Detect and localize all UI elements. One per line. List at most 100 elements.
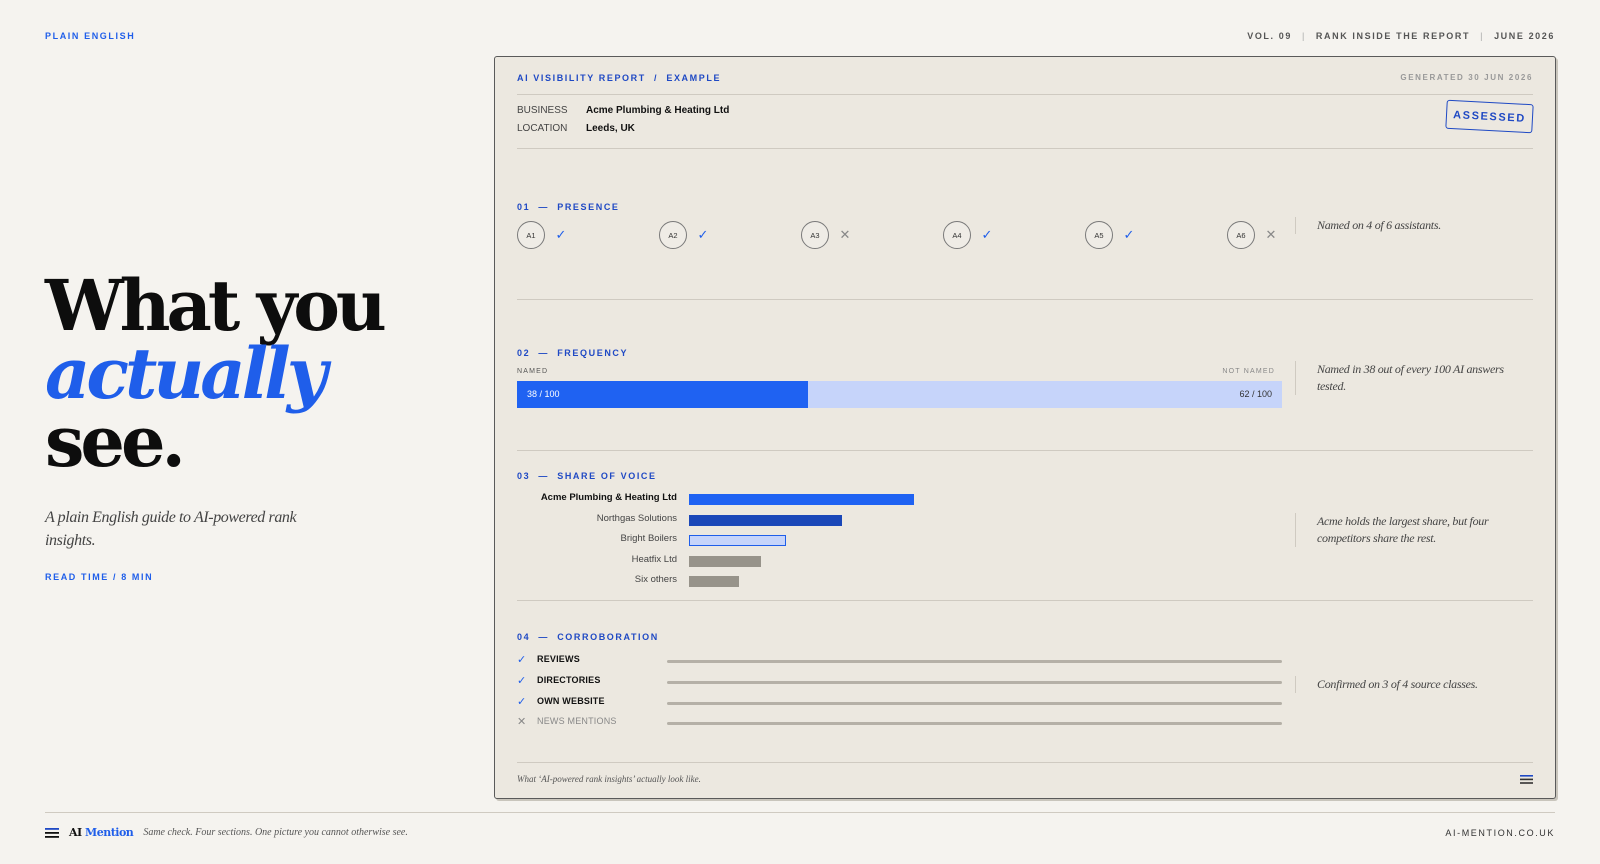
divider [517, 762, 1533, 763]
assistant-a4: A4 ✓ [943, 221, 994, 249]
logo-lines-icon [45, 827, 59, 838]
date-label: JUNE 2026 [1494, 31, 1555, 41]
corroboration-row: ✓ OWN WEBSITE [517, 695, 1282, 710]
assistant-badge: A2 [659, 221, 687, 249]
footer-tagline: Same check. Four sections. One picture y… [143, 827, 408, 838]
frequency-note: Named in 38 out of every 100 AI answers … [1295, 361, 1515, 395]
share-row-label: Six others [634, 574, 677, 585]
footer-divider [45, 812, 1555, 813]
corroboration-section-label: 04 — CORROBORATION [517, 632, 659, 642]
volume-label: VOL. 09 [1247, 31, 1292, 41]
logo-part-mention: Mention [85, 826, 134, 839]
menu-lines-icon [1520, 775, 1533, 784]
cross-icon: ✕ [839, 227, 851, 242]
share-of-voice-section-label: 03 — SHARE OF VOICE [517, 471, 657, 481]
presence-section-label: 01 — PRESENCE [517, 202, 620, 212]
website-link[interactable]: AI-MENTION.CO.UK [1445, 828, 1555, 838]
cross-icon: ✕ [517, 716, 527, 729]
check-icon: ✓ [697, 227, 709, 242]
share-row: Six others [517, 574, 1277, 588]
read-time: READ TIME / 8 MIN [45, 572, 154, 582]
corroboration-label: REVIEWS [537, 654, 580, 664]
check-icon: ✓ [555, 227, 567, 242]
check-icon: ✓ [517, 695, 527, 708]
presence-note: Named on 4 of 6 assistants. [1295, 217, 1515, 234]
divider [517, 450, 1533, 451]
share-bar [689, 494, 914, 505]
report-title: AI VISIBILITY REPORT / EXAMPLE [517, 73, 722, 83]
report-header: AI VISIBILITY REPORT / EXAMPLE GENERATED… [517, 73, 1533, 93]
share-row-label: Acme Plumbing & Heating Ltd [540, 492, 677, 503]
divider [517, 148, 1533, 149]
corroboration-line [667, 660, 1282, 663]
assistant-a1: A1 ✓ [517, 221, 568, 249]
business-value: Acme Plumbing & Heating Ltd [586, 105, 730, 116]
hero-line-2: actually [45, 332, 327, 415]
share-row-label: Northgas Solutions [596, 512, 677, 524]
location-label: LOCATION [517, 123, 568, 134]
share-row: Bright Boilers [517, 533, 1277, 547]
check-icon: ✓ [981, 227, 993, 242]
frequency-bar-fill [517, 381, 808, 408]
share-row-label: Heatfix Ltd [631, 553, 677, 565]
share-of-voice-note: Acme holds the largest share, but four c… [1295, 513, 1515, 547]
report-footer-caption: What ‘AI-powered rank insights’ actually… [517, 774, 701, 784]
not-named-count: 62 / 100 [1239, 389, 1272, 399]
corroboration-line [667, 680, 1282, 684]
business-label: BUSINESS [517, 105, 568, 116]
meta-divider: | [1301, 31, 1306, 41]
corroboration-label: OWN WEBSITE [537, 695, 605, 706]
footer-brand: AI Mention Same check. Four sections. On… [45, 826, 408, 839]
assistant-badge: A4 [943, 221, 971, 249]
frequency-bar: 38 / 100 62 / 100 [517, 381, 1282, 408]
divider [517, 299, 1533, 300]
section-label: RANK INSIDE THE REPORT [1315, 31, 1471, 41]
location-value: Leeds, UK [586, 123, 635, 134]
assistant-badge: A1 [517, 221, 545, 249]
assistant-a2: A2 ✓ [659, 221, 710, 249]
corroboration-row: ✕ NEWS MENTIONS [517, 716, 1282, 730]
divider [517, 94, 1533, 95]
hero-title: What you actually see. [45, 264, 405, 483]
presence-assistants: A1 ✓ A2 ✓ A3 ✕ A4 ✓ A5 ✓ A6 ✕ [517, 221, 1277, 251]
corroboration-row: ✓ DIRECTORIES [517, 674, 1282, 689]
report-generated-date: GENERATED 30 JUN 2026 [1400, 73, 1533, 82]
assistant-badge: A5 [1085, 221, 1113, 249]
divider [517, 600, 1533, 601]
assistant-a5: A5 ✓ [1085, 221, 1136, 249]
hero-line-3: see. [45, 400, 186, 483]
business-details: BUSINESS Acme Plumbing & Heating Ltd LOC… [517, 102, 729, 138]
issue-meta: VOL. 09 | RANK INSIDE THE REPORT | JUNE … [1247, 31, 1555, 41]
corroboration-label: DIRECTORIES [537, 674, 601, 685]
corroboration-line [667, 701, 1282, 705]
share-row: Northgas Solutions [517, 513, 1277, 527]
logo-part-ai: AI [69, 826, 82, 839]
share-bar [689, 514, 842, 526]
share-row: Acme Plumbing & Heating Ltd [517, 492, 1277, 506]
brand-label: PLAIN ENGLISH [45, 31, 136, 41]
share-row-label: Bright Boilers [620, 533, 678, 544]
report-card: AI VISIBILITY REPORT / EXAMPLE GENERATED… [494, 56, 1556, 799]
corroboration-line [667, 722, 1282, 726]
assessed-stamp: ASSESSED [1445, 99, 1534, 134]
assistant-a3: A3 ✕ [801, 221, 852, 249]
named-count: 38 / 100 [527, 389, 560, 399]
check-icon: ✓ [517, 654, 527, 666]
hero-line-1: What you [45, 264, 387, 347]
hero-subtitle: A plain English guide to AI-powered rank… [45, 509, 297, 549]
corroboration-label: NEWS MENTIONS [537, 716, 617, 727]
share-row: Heatfix Ltd [517, 554, 1277, 568]
assistant-badge: A6 [1227, 221, 1255, 249]
logo-wordmark[interactable]: AI Mention [69, 826, 134, 839]
check-icon: ✓ [1123, 227, 1135, 242]
not-named-label: NOT NAMED [1222, 368, 1275, 375]
share-bar [689, 555, 761, 567]
corroboration-row: ✓ REVIEWS [517, 654, 1282, 668]
assistant-a6: A6 ✕ [1227, 221, 1278, 249]
cross-icon: ✕ [1265, 227, 1277, 242]
meta-divider: | [1480, 31, 1485, 41]
frequency-section-label: 02 — FREQUENCY [517, 348, 629, 358]
assistant-badge: A3 [801, 221, 829, 249]
share-bar [689, 576, 739, 587]
check-icon: ✓ [517, 674, 527, 687]
